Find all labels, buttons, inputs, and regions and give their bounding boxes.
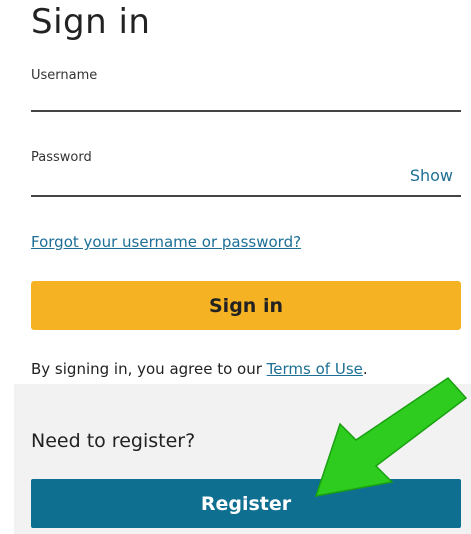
page-title: Sign in xyxy=(31,2,151,42)
signin-page: Sign in Username Password Show Forgot yo… xyxy=(0,0,471,534)
terms-suffix: . xyxy=(362,360,368,378)
terms-of-use-link[interactable]: Terms of Use xyxy=(267,360,363,378)
forgot-credentials-link[interactable]: Forgot your username or password? xyxy=(31,233,301,251)
username-label: Username xyxy=(31,68,98,83)
show-password-toggle[interactable]: Show xyxy=(410,166,453,185)
register-button[interactable]: Register xyxy=(31,479,461,528)
password-underline xyxy=(31,195,461,197)
sign-in-button[interactable]: Sign in xyxy=(31,281,461,330)
username-underline xyxy=(31,110,461,112)
password-input[interactable] xyxy=(31,170,401,192)
terms-agreement: By signing in, you agree to our Terms of… xyxy=(31,360,368,378)
register-heading: Need to register? xyxy=(31,430,196,452)
username-input[interactable] xyxy=(31,86,401,108)
password-label: Password xyxy=(31,150,92,165)
terms-prefix: By signing in, you agree to our xyxy=(31,360,267,378)
